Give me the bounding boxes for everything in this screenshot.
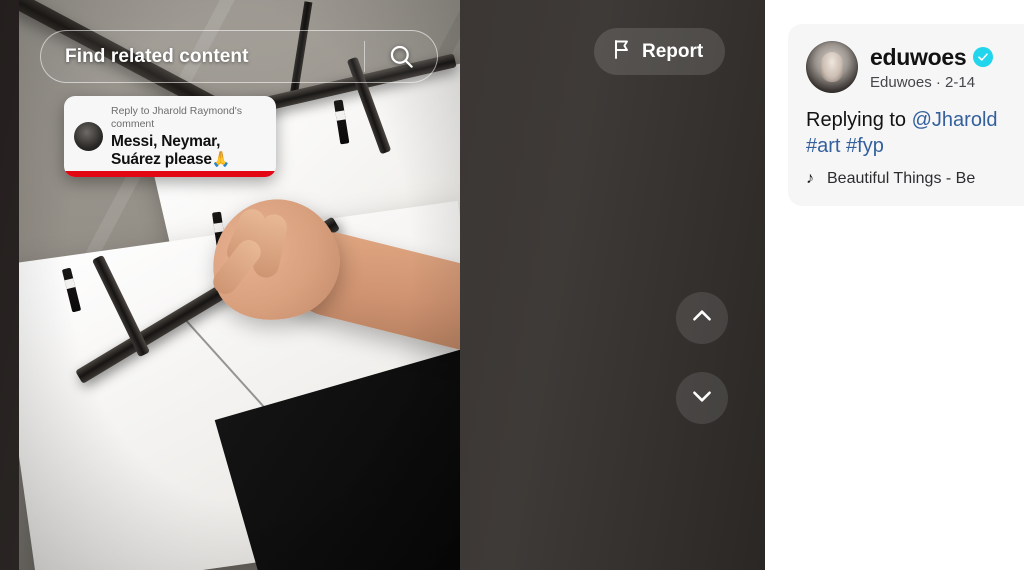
report-button[interactable]: Report (594, 28, 726, 75)
author-username[interactable]: eduwoes (870, 44, 967, 71)
reply-card-text-column: Reply to Jharold Raymond's comment Messi… (111, 105, 266, 169)
video-player[interactable] (19, 0, 460, 570)
chevron-down-icon (689, 383, 715, 414)
find-related-content-search[interactable]: Find related content (40, 30, 438, 83)
mention-link[interactable]: @Jharold (912, 109, 998, 131)
avatar[interactable] (806, 41, 858, 93)
author-names: eduwoes Eduwoes · 2-14 (870, 44, 994, 91)
description-prefix: Replying to (806, 109, 912, 131)
video-progress-bar[interactable] (64, 170, 276, 177)
music-title: Beautiful Things - Be (827, 170, 976, 188)
author-name-row: eduwoes (870, 44, 994, 71)
reply-card-content: Reply to Jharold Raymond's comment Messi… (74, 105, 266, 169)
search-input[interactable]: Find related content (41, 46, 364, 68)
verified-badge-icon (973, 47, 994, 67)
author-subtitle: Eduwoes · 2-14 (870, 73, 976, 91)
flag-icon (613, 39, 631, 65)
reply-card-label: Reply to Jharold Raymond's comment (111, 105, 242, 130)
video-description: Replying to @Jharold #art #fyp (806, 108, 1024, 159)
next-video-button[interactable] (676, 372, 728, 424)
reply-to-comment-card[interactable]: Reply to Jharold Raymond's comment Messi… (64, 96, 276, 177)
reply-card-text: Messi, Neymar, Suárez please (111, 132, 221, 168)
search-icon (388, 43, 415, 70)
video-info-panel: eduwoes Eduwoes · 2-14 Replying to @Jhar… (765, 0, 1024, 570)
tiktok-video-page: Find related content Reply to Jharold Ra… (0, 0, 1024, 570)
author-meta-card: eduwoes Eduwoes · 2-14 Replying to @Jhar… (788, 24, 1024, 207)
previous-video-button[interactable] (676, 292, 728, 344)
music-note-icon: ♪ (806, 170, 814, 188)
search-button[interactable] (365, 30, 437, 83)
author-row[interactable]: eduwoes Eduwoes · 2-14 (806, 41, 1024, 93)
hashtags-link[interactable]: #art #fyp (806, 135, 884, 157)
music-row[interactable]: ♪ Beautiful Things - Be (806, 170, 1024, 188)
reply-commenter-avatar (74, 122, 103, 151)
chevron-up-icon (689, 303, 715, 334)
report-label: Report (642, 40, 704, 62)
reply-card-body: Messi, Neymar, Suárez please🙏 (111, 133, 266, 169)
praying-hands-icon: 🙏 (211, 150, 231, 168)
video-stage: Find related content Reply to Jharold Ra… (0, 0, 765, 570)
